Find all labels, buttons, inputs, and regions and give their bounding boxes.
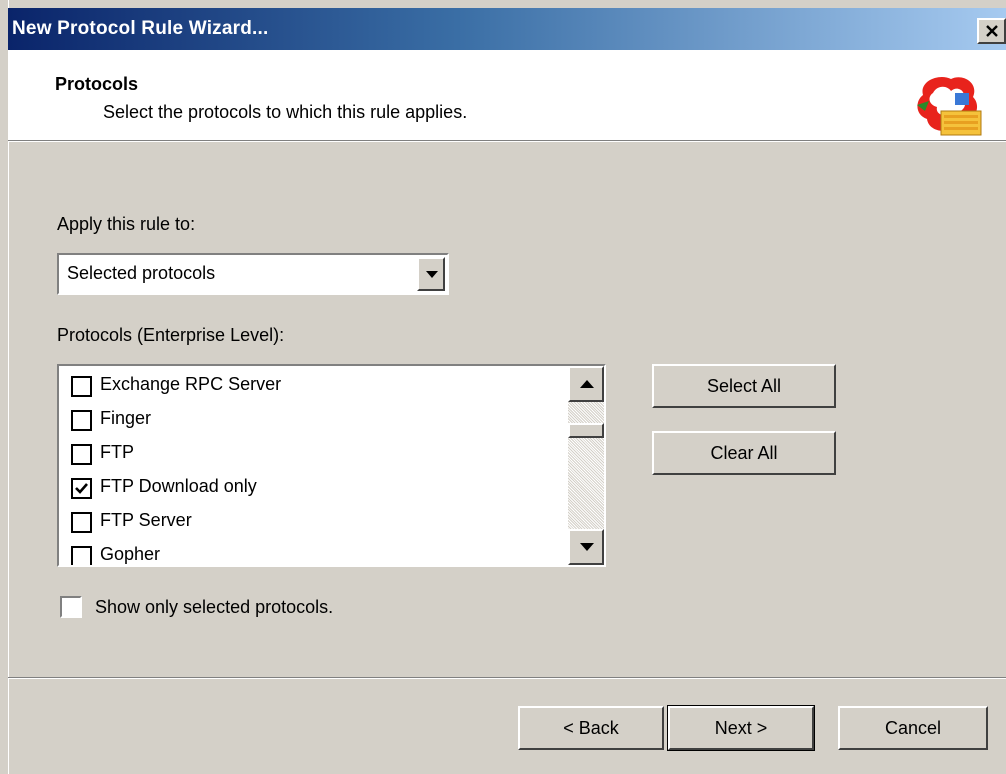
scroll-up-button[interactable] (568, 366, 604, 402)
clear-all-button[interactable]: Clear All (652, 431, 836, 475)
dropdown-arrow-button[interactable] (417, 257, 445, 291)
protocol-checkbox[interactable] (71, 512, 92, 533)
scroll-down-button[interactable] (568, 529, 604, 565)
protocols-list[interactable]: Exchange RPC Server Finger FTP FTP Downl… (57, 364, 606, 567)
protocol-checkbox[interactable] (71, 376, 92, 397)
cancel-label: Cancel (884, 718, 942, 738)
protocol-label: Gopher (100, 544, 161, 564)
checkmark-icon (75, 483, 88, 494)
show-only-selected-label[interactable]: Show only selected protocols. (95, 597, 333, 618)
protocols-list-items: Exchange RPC Server Finger FTP FTP Downl… (59, 366, 568, 565)
next-label: Next > (714, 718, 768, 738)
header-divider (8, 141, 1006, 142)
arrow-down-icon (580, 543, 594, 551)
back-label: < Back (563, 718, 619, 738)
page-subtitle: Select the protocols to which this rule … (103, 102, 468, 122)
page-title: Protocols (55, 74, 139, 94)
protocol-checkbox[interactable] (71, 444, 92, 465)
select-all-label: Select All (706, 376, 782, 396)
title-bar[interactable]: New Protocol Rule Wizard... (8, 8, 1006, 50)
chevron-down-icon (426, 271, 438, 278)
protocol-label: FTP Download only (100, 476, 257, 496)
apply-rule-dropdown[interactable]: Selected protocols (57, 253, 449, 295)
footer-divider-highlight (8, 678, 1006, 679)
protocol-label: Finger (100, 408, 152, 428)
protocol-checkbox[interactable] (71, 478, 92, 499)
clear-all-label: Clear All (710, 443, 778, 463)
close-icon (986, 25, 998, 37)
select-all-button[interactable]: Select All (652, 364, 836, 408)
apply-rule-selected-value: Selected protocols (67, 263, 216, 283)
window-title: New Protocol Rule Wizard... (12, 18, 269, 39)
arrow-up-icon (580, 380, 594, 388)
show-only-selected-checkbox[interactable] (60, 596, 82, 618)
wizard-dialog: New Protocol Rule Wizard... Protocols Se… (0, 0, 1006, 774)
protocol-label: Exchange RPC Server (100, 374, 282, 394)
protocol-label: FTP (100, 442, 134, 462)
close-button[interactable] (977, 18, 1006, 44)
apply-rule-label: Apply this rule to: (57, 214, 196, 234)
cancel-button[interactable]: Cancel (838, 706, 988, 750)
protocol-rule-wizard-icon (917, 76, 982, 136)
protocol-checkbox[interactable] (71, 546, 92, 565)
scroll-thumb[interactable] (568, 423, 604, 438)
protocol-checkbox[interactable] (71, 410, 92, 431)
protocols-scrollbar[interactable] (568, 366, 604, 565)
wizard-header: Protocols Select the protocols to which … (8, 50, 1006, 141)
protocol-label: FTP Server (100, 510, 192, 530)
next-button[interactable]: Next > (667, 705, 815, 751)
protocols-list-label: Protocols (Enterprise Level): (57, 325, 285, 345)
back-button[interactable]: < Back (518, 706, 664, 750)
